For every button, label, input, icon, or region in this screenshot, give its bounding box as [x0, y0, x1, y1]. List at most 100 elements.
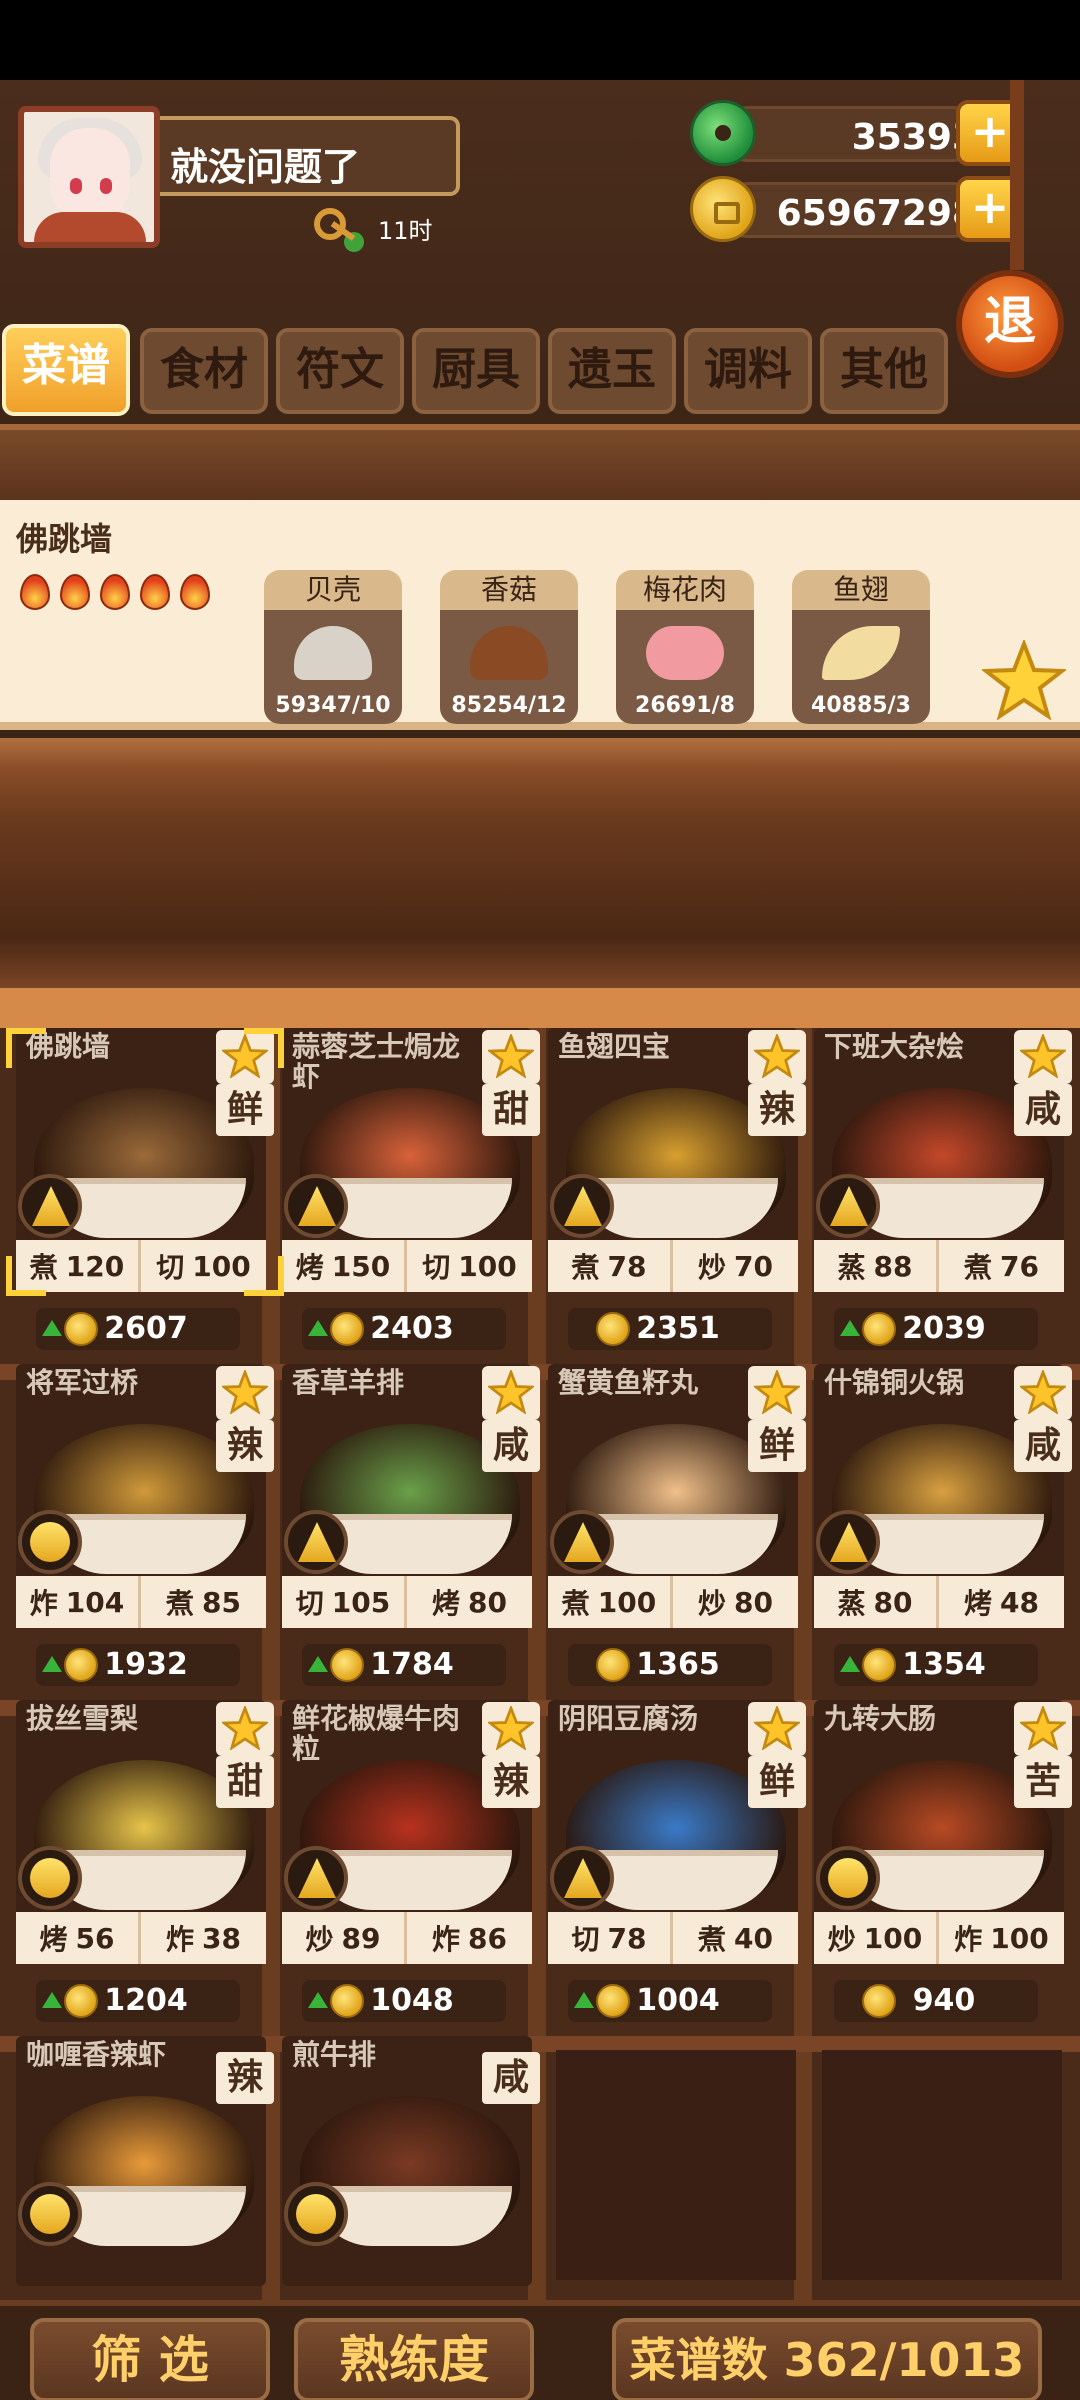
utensil-icon [284, 1510, 348, 1574]
recipe-rarity-flames [20, 574, 210, 610]
skill-requirement: 炸 38 [141, 1912, 266, 1964]
skill-value: 150 [331, 1249, 391, 1283]
skill-requirement: 炒 80 [673, 1576, 798, 1628]
skill-name: 炸 [29, 1587, 58, 1620]
skill-name: 蒸 [837, 1251, 866, 1284]
recipe-name: 煎牛排 [292, 2038, 377, 2071]
coin-icon [690, 176, 756, 242]
skill-value: 86 [468, 1921, 507, 1955]
price-value: 1048 [370, 1983, 454, 2018]
skill-name: 切 [422, 1251, 451, 1284]
recipe-card[interactable]: 煎牛排 咸 [282, 2036, 540, 2286]
recipe-price: 1204 [36, 1980, 240, 2022]
flavor-badge: 咸 [1014, 1084, 1072, 1136]
favorite-star-icon[interactable] [982, 640, 1066, 720]
tab-jades[interactable]: 遗玉 [548, 328, 676, 414]
skill-value: 56 [75, 1921, 115, 1955]
exit-pole [1010, 80, 1024, 270]
ingredient-card[interactable]: 梅花肉 26691/8 [616, 570, 754, 724]
ingredient-card[interactable]: 鱼翅 40885/3 [792, 570, 930, 724]
recipe-card[interactable]: 将军过桥辣炸 104 煮 85 1932 [16, 1364, 274, 1686]
recipe-name: 将军过桥 [26, 1366, 139, 1399]
skill-name: 烤 [39, 1923, 68, 1956]
recipe-grid: 佛跳墙鲜煮 120 切 100 2607 蒜蓉芝士焗龙虾甜烤 150 切 100 2403 鱼翅四宝… [0, 1028, 1080, 2328]
recipe-card[interactable]: 咖喱香辣虾 辣 [16, 2036, 274, 2286]
recipe-card[interactable]: 阴阳豆腐汤鲜切 78 煮 40 1004 [548, 1700, 806, 2022]
skill-name: 煮 [698, 1923, 727, 1956]
ingredient-count: 85254/12 [451, 693, 567, 718]
recipe-card[interactable]: 拔丝雪梨甜烤 56 炸 38 1204 [16, 1700, 274, 2022]
tab-utensils[interactable]: 厨具 [412, 328, 540, 414]
flavor-badge: 辣 [482, 1756, 540, 1808]
skill-name: 烤 [295, 1251, 324, 1284]
recipe-card[interactable]: 九转大肠苦炒 100 炸 100 940 [814, 1700, 1072, 2022]
avatar-eye-left [70, 178, 82, 194]
proficiency-button[interactable]: 熟练度 [294, 2318, 534, 2400]
skill-value: 100 [863, 1921, 923, 1955]
utensil-icon [550, 1510, 614, 1574]
pork-icon [646, 626, 724, 680]
recipe-card[interactable]: 香草羊排咸切 105 烤 80 1784 [282, 1364, 540, 1686]
skill-requirement: 煮 40 [673, 1912, 798, 1964]
skill-requirements: 煮 78 炒 70 [548, 1240, 798, 1292]
tab-others[interactable]: 其他 [820, 328, 948, 414]
flavor-badge: 甜 [216, 1756, 274, 1808]
tab-recipes[interactable]: 菜谱 [2, 324, 130, 416]
ingredient-count: 26691/8 [635, 693, 735, 718]
skill-requirements: 烤 150 切 100 [282, 1240, 532, 1292]
recipe-count-button[interactable]: 菜谱数 362/1013 [612, 2318, 1042, 2400]
skill-requirement: 煮 78 [548, 1240, 673, 1292]
player-name: 就没问题了 [170, 145, 361, 189]
skill-requirements: 烤 56 炸 38 [16, 1912, 266, 1964]
star-icon [1014, 1030, 1072, 1084]
utensil-icon [816, 1846, 880, 1910]
price-value: 1354 [902, 1647, 986, 1682]
ingredient-card[interactable]: 贝壳 59347/10 [264, 570, 402, 724]
skill-requirement: 煮 85 [141, 1576, 266, 1628]
skill-name: 炒 [827, 1923, 856, 1956]
shelf-band [0, 424, 1080, 500]
ingredient-card[interactable]: 香菇 85254/12 [440, 570, 578, 724]
recipe-card[interactable]: 下班大杂烩咸蒸 88 煮 76 2039 [814, 1028, 1072, 1350]
price-value: 1932 [104, 1647, 188, 1682]
flavor-badge: 辣 [216, 2052, 274, 2104]
recipe-card[interactable]: 鲜花椒爆牛肉粒辣炒 89 炸 86 1048 [282, 1700, 540, 2022]
utensil-icon [816, 1510, 880, 1574]
recipe-price: 1354 [834, 1644, 1038, 1686]
recipe-name: 咖喱香辣虾 [26, 2038, 167, 2071]
recipe-card[interactable]: 蟹黄鱼籽丸鲜煮 100 炒 80 1365 [548, 1364, 806, 1686]
skill-value: 38 [202, 1921, 241, 1955]
skill-name: 煮 [571, 1251, 600, 1284]
star-icon [748, 1366, 806, 1420]
jade-currency: 35393 + [690, 100, 1030, 168]
skill-value: 100 [192, 1249, 251, 1283]
skill-value: 89 [341, 1921, 381, 1955]
flavor-badge: 鲜 [748, 1756, 806, 1808]
avatar[interactable] [18, 106, 160, 248]
skill-name: 炸 [166, 1923, 195, 1956]
avatar-eye-right [100, 178, 112, 194]
price-value: 1784 [370, 1647, 454, 1682]
tab-ingredients[interactable]: 食材 [140, 328, 268, 414]
recipe-card[interactable]: 蒜蓉芝士焗龙虾甜烤 150 切 100 2403 [282, 1028, 540, 1350]
flame-icon [100, 574, 130, 610]
price-up-arrow-icon [840, 1320, 860, 1336]
skill-value: 40 [734, 1921, 773, 1955]
skill-requirements: 煮 100 炒 80 [548, 1576, 798, 1628]
recipe-card[interactable]: 什锦铜火锅咸蒸 80 烤 48 1354 [814, 1364, 1072, 1686]
recipe-detail-title: 佛跳墙 [16, 520, 113, 558]
utensil-icon [550, 1846, 614, 1910]
tab-runes[interactable]: 符文 [276, 328, 404, 414]
utensil-icon [18, 1846, 82, 1910]
star-icon [748, 1030, 806, 1084]
recipe-card[interactable]: 佛跳墙鲜煮 120 切 100 2607 [16, 1028, 274, 1350]
price-up-arrow-icon [574, 1992, 594, 2008]
filter-button[interactable]: 筛 选 [30, 2318, 270, 2400]
recipe-card[interactable]: 鱼翅四宝辣煮 78 炒 70 2351 [548, 1028, 806, 1350]
selection-corner [6, 1028, 46, 1068]
ingredient-count: 40885/3 [811, 693, 911, 718]
skill-requirement: 切 78 [548, 1912, 673, 1964]
skill-requirement: 煮 100 [548, 1576, 673, 1628]
tab-seasonings[interactable]: 调料 [684, 328, 812, 414]
skill-requirement: 烤 150 [282, 1240, 407, 1292]
